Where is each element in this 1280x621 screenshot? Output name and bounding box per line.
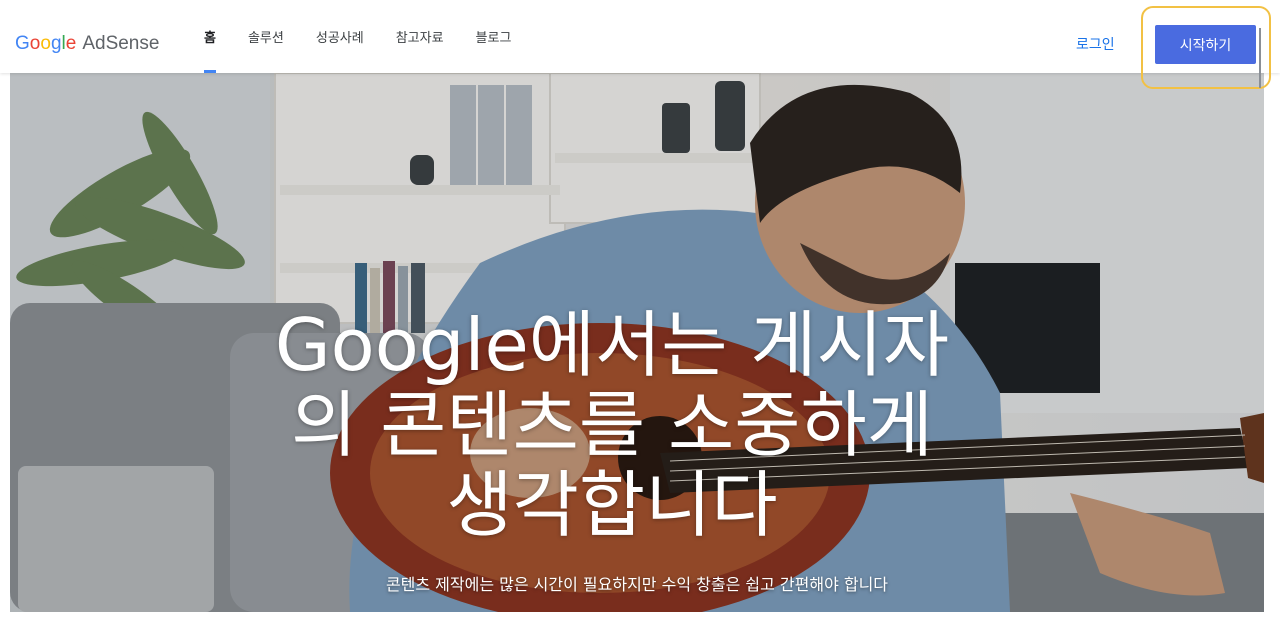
scrollbar[interactable]: [1259, 28, 1261, 88]
nav-item-label: 성공사례: [315, 31, 364, 46]
nav-item-resources[interactable]: 참고자료: [380, 0, 460, 73]
hero-headline: Google에서는 게시자의 콘텐츠를 소중하게 생각합니다: [274, 303, 950, 547]
nav-item-label: 참고자료: [395, 31, 444, 46]
product-name: AdSense: [82, 33, 160, 54]
google-wordmark: Google: [15, 33, 77, 54]
top-navigation-bar: Google AdSense 홈 솔루션 성공사례 참고자료 블로그 로그인: [0, 0, 1280, 73]
hero-subtext: 콘텐츠 제작에는 많은 시간이 필요하지만 수익 창출은 쉽고 간편해야 합니다: [385, 575, 889, 594]
login-link[interactable]: 로그인: [1076, 34, 1115, 54]
nav-item-blog[interactable]: 블로그: [460, 0, 528, 73]
nav-item-label: 솔루션: [247, 31, 284, 46]
nav-item-solutions[interactable]: 솔루션: [232, 0, 300, 73]
adsense-logo[interactable]: Google AdSense: [15, 33, 159, 55]
get-started-button[interactable]: 시작하기: [1155, 25, 1256, 64]
nav-item-label: 블로그: [475, 31, 512, 46]
nav-item-label: 홈: [204, 31, 216, 46]
nav-item-success-stories[interactable]: 성공사례: [300, 0, 380, 73]
main-nav: 홈 솔루션 성공사례 참고자료 블로그: [188, 0, 527, 73]
nav-item-home[interactable]: 홈: [188, 0, 232, 73]
hero-section: Google에서는 게시자의 콘텐츠를 소중하게 생각합니다 콘텐츠 제작에는 …: [10, 73, 1264, 612]
